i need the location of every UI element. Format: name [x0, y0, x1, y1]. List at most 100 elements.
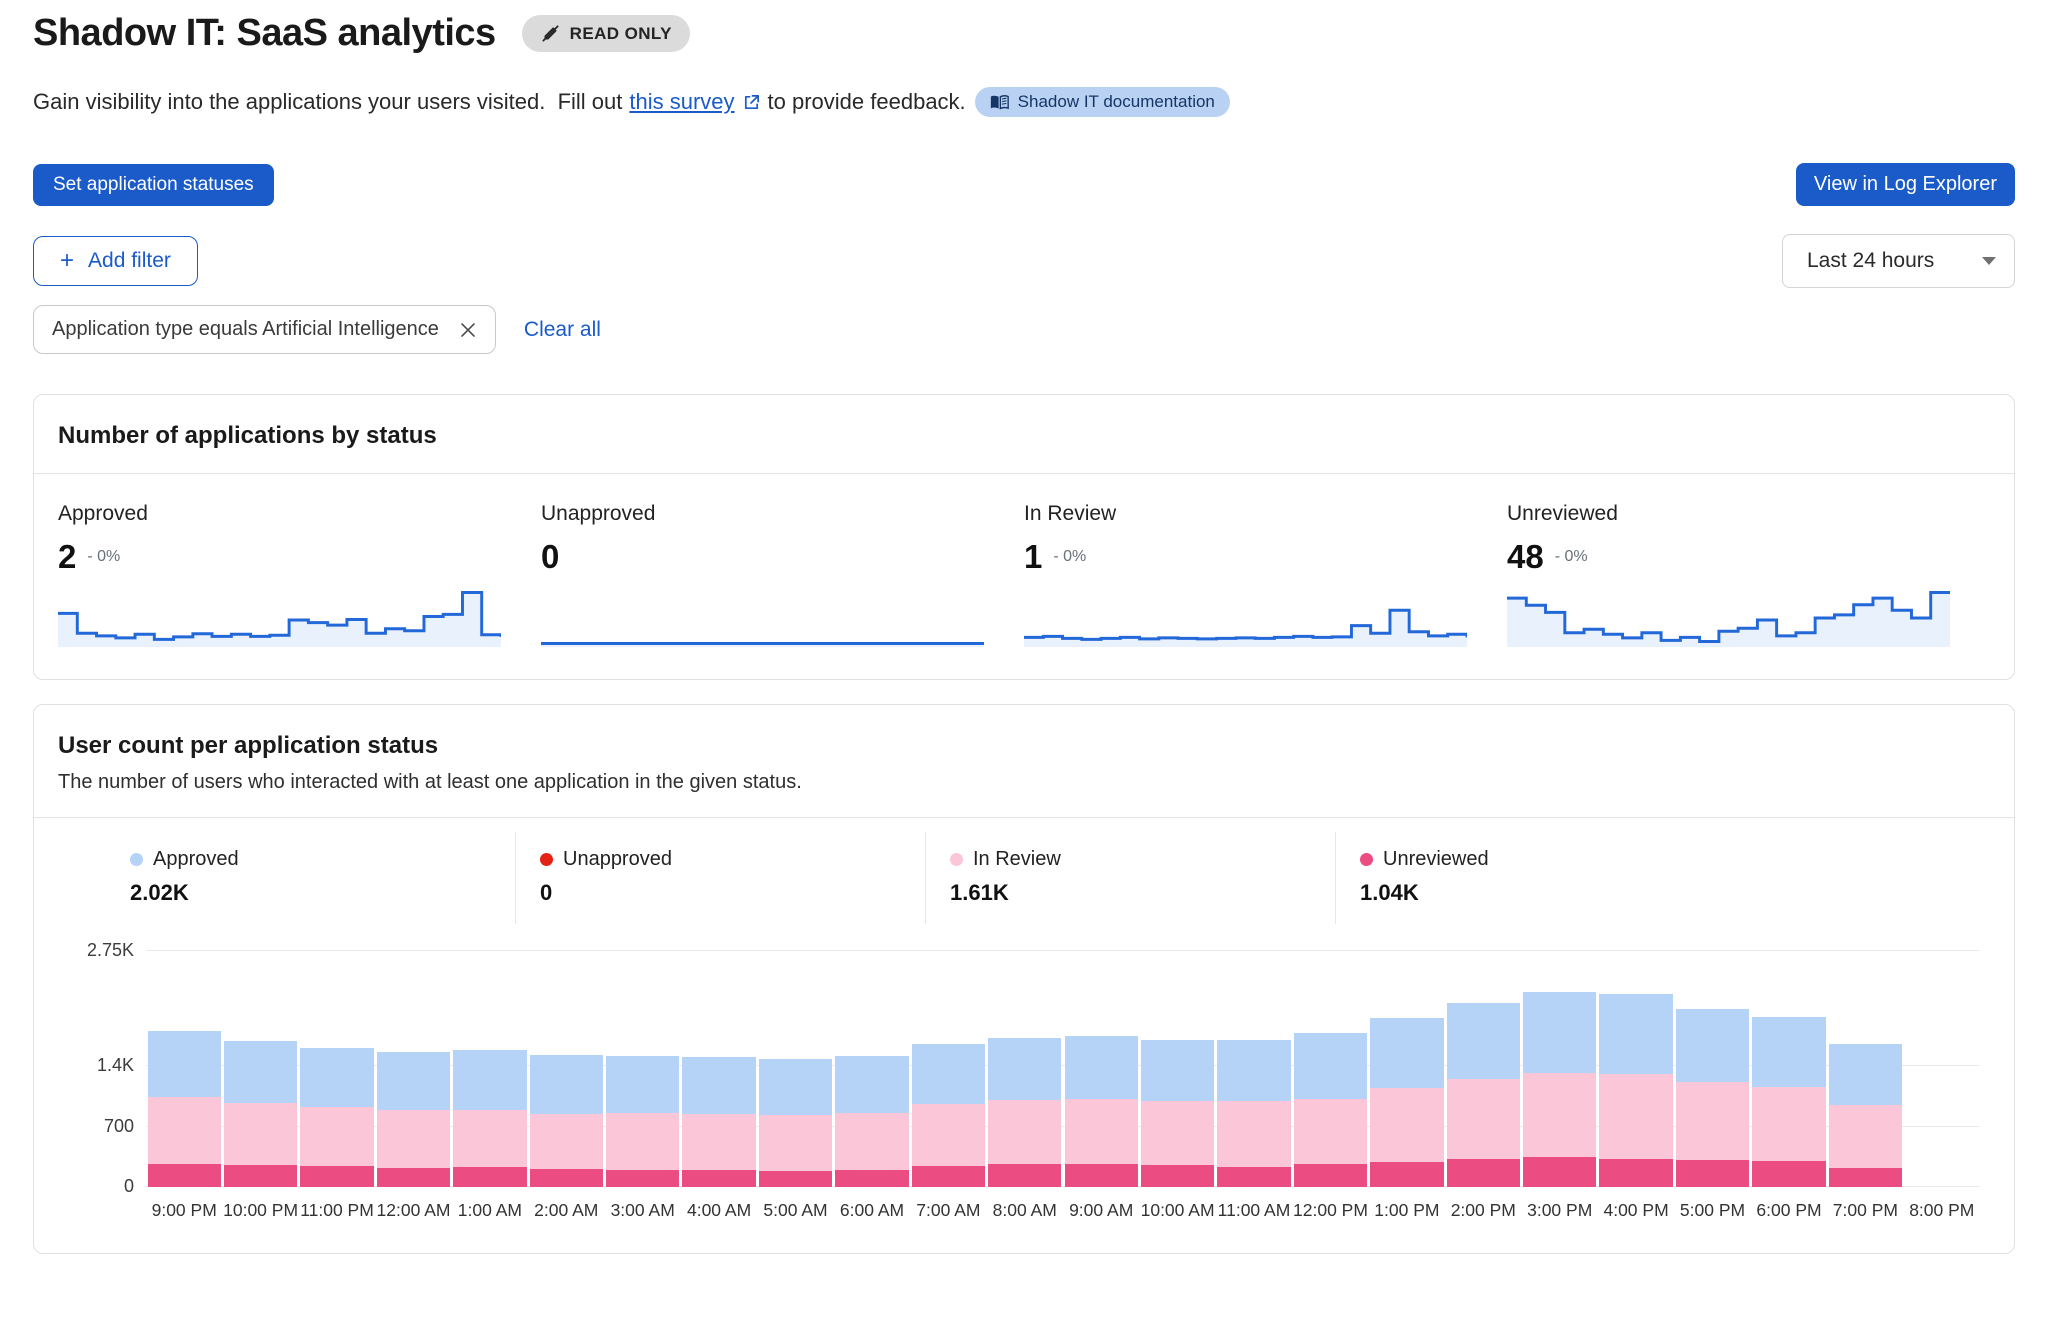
user-count-card: User count per application status The nu…: [33, 704, 2015, 1254]
bar-segment-approved: [912, 1044, 985, 1104]
chart-bar: [1141, 1040, 1214, 1187]
stat-in-review: In Review1- 0%: [1024, 502, 1507, 647]
bar-segment-in-review: [912, 1104, 985, 1167]
bar-segment-approved: [1752, 1017, 1825, 1088]
documentation-badge[interactable]: Shadow IT documentation: [975, 87, 1230, 117]
external-link-icon: [742, 93, 761, 112]
legend-label: In Review: [973, 848, 1061, 871]
chevron-down-icon: [1982, 257, 1996, 265]
bar-segment-in-review: [1676, 1082, 1749, 1160]
stat-label: Approved: [58, 502, 501, 526]
stat-value: 2: [58, 538, 76, 576]
add-filter-button[interactable]: + Add filter: [33, 236, 198, 286]
bar-segment-in-review: [759, 1115, 832, 1170]
x-tick-label: 9:00 PM: [146, 1200, 222, 1221]
bar-segment-approved: [1141, 1040, 1214, 1102]
page-title: Shadow IT: SaaS analytics: [33, 12, 496, 55]
filter-chip-label: Application type equals Artificial Intel…: [52, 318, 439, 341]
chart-bar: [988, 1038, 1061, 1187]
chart-bar: [300, 1048, 373, 1187]
bar-segment-in-review: [1829, 1105, 1902, 1168]
chart-bar: [682, 1057, 755, 1187]
chart-bar: [1676, 1009, 1749, 1187]
x-tick-label: 1:00 AM: [452, 1200, 528, 1221]
bar-segment-approved: [1523, 992, 1596, 1073]
chart-bar: [1599, 994, 1672, 1187]
legend-value: 1.04K: [1360, 880, 1746, 906]
bar-segment-unreviewed: [835, 1170, 908, 1187]
survey-link[interactable]: this survey: [629, 89, 734, 115]
edit-off-icon: [540, 23, 561, 44]
bar-segment-approved: [224, 1041, 297, 1104]
chart-bar: [377, 1052, 450, 1187]
x-tick-label: 5:00 AM: [757, 1200, 833, 1221]
clear-all-link[interactable]: Clear all: [524, 318, 601, 342]
x-tick-label: 3:00 PM: [1522, 1200, 1598, 1221]
filter-chip[interactable]: Application type equals Artificial Intel…: [33, 305, 496, 354]
y-tick-label: 1.4K: [44, 1055, 134, 1076]
x-tick-label: 6:00 PM: [1751, 1200, 1827, 1221]
bar-segment-approved: [1599, 994, 1672, 1074]
user-count-plot: 07001.4K2.75K: [146, 950, 1980, 1187]
y-tick-label: 2.75K: [44, 940, 134, 961]
bar-segment-approved: [1676, 1009, 1749, 1082]
chart-bar: [1370, 1018, 1443, 1187]
x-tick-label: 9:00 AM: [1063, 1200, 1139, 1221]
time-range-select[interactable]: Last 24 hours: [1782, 234, 2015, 288]
legend-label: Unapproved: [563, 848, 672, 871]
bar-segment-unreviewed: [300, 1166, 373, 1187]
read-only-label: READ ONLY: [570, 24, 672, 44]
bar-segment-unreviewed: [912, 1166, 985, 1187]
view-in-log-explorer-button[interactable]: View in Log Explorer: [1796, 163, 2015, 206]
set-application-statuses-button[interactable]: Set application statuses: [33, 164, 274, 206]
bar-segment-approved: [1217, 1040, 1290, 1102]
x-tick-label: 4:00 AM: [681, 1200, 757, 1221]
bar-segment-unreviewed: [1752, 1161, 1825, 1187]
bar-segment-approved: [530, 1055, 603, 1114]
legend-item-approved: Approved2.02K: [106, 832, 516, 924]
bar-segment-in-review: [1523, 1073, 1596, 1157]
sparkline-approved: [58, 590, 501, 647]
card-bottom-padding: [34, 1235, 2014, 1253]
legend-label-row: In Review: [950, 848, 1335, 871]
bar-segment-approved: [1829, 1044, 1902, 1106]
bar-segment-unreviewed: [1599, 1159, 1672, 1187]
bar-segment-in-review: [1217, 1101, 1290, 1167]
bar-segment-approved: [1447, 1003, 1520, 1079]
y-tick-label: 0: [44, 1176, 134, 1197]
book-icon: [990, 94, 1009, 111]
read-only-badge: READ ONLY: [522, 15, 690, 52]
chart-legend: Approved2.02KUnapproved0In Review1.61KUn…: [106, 832, 1746, 924]
sparkline-unreviewed: [1507, 590, 1950, 647]
bar-segment-approved: [759, 1059, 832, 1115]
stat-unreviewed: Unreviewed48- 0%: [1507, 502, 1990, 647]
chart-bar: [1065, 1036, 1138, 1187]
bar-segment-unreviewed: [530, 1169, 603, 1187]
legend-dot-icon: [540, 853, 553, 866]
stat-delta: - 0%: [1053, 548, 1086, 566]
legend-item-unapproved: Unapproved0: [516, 832, 926, 924]
stat-value: 48: [1507, 538, 1544, 576]
x-tick-label: 8:00 AM: [987, 1200, 1063, 1221]
bar-segment-in-review: [377, 1110, 450, 1167]
x-tick-label: 12:00 PM: [1292, 1200, 1368, 1221]
applications-card-header: Number of applications by status: [34, 395, 2014, 474]
bar-segment-approved: [682, 1057, 755, 1114]
close-icon[interactable]: [457, 319, 479, 341]
bar-segment-unreviewed: [606, 1170, 679, 1187]
plus-icon: +: [60, 252, 74, 270]
bar-segment-approved: [988, 1038, 1061, 1100]
bar-segment-approved: [1065, 1036, 1138, 1099]
bar-segment-in-review: [835, 1113, 908, 1170]
gridline-2-75k: [146, 950, 1980, 951]
description-text: Gain visibility into the applications yo…: [33, 89, 622, 115]
bar-segment-in-review: [682, 1114, 755, 1170]
chart-bar: [530, 1055, 603, 1187]
legend-label: Unreviewed: [1383, 848, 1489, 871]
shadow-it-page: Shadow IT: SaaS analytics READ ONLY Gain…: [0, 12, 2048, 1254]
stat-label: In Review: [1024, 502, 1467, 526]
chart-bar: [835, 1056, 908, 1187]
bar-segment-unreviewed: [1676, 1160, 1749, 1187]
x-tick-label: 10:00 PM: [222, 1200, 298, 1221]
bar-segment-unreviewed: [988, 1164, 1061, 1187]
